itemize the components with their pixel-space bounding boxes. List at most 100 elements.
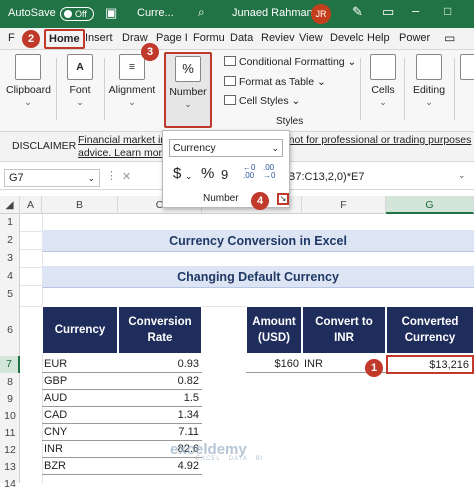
tab-home[interactable]: Home <box>44 29 85 49</box>
addins-group[interactable]: Ad <box>458 54 474 84</box>
row-header[interactable]: 10 <box>0 408 20 425</box>
row-header[interactable]: 5 <box>0 286 20 303</box>
rate-cell[interactable]: 1.5 <box>118 390 202 407</box>
rate-cell[interactable]: 1.34 <box>118 407 202 424</box>
row-header[interactable]: 14 <box>0 476 20 493</box>
step-badge-4: 4 <box>251 192 269 210</box>
currency-cell[interactable]: CAD <box>42 407 118 424</box>
number-format-popup: Currency ⌄ $ ⌄ % 9 ←0.00 .00 →0 Number ↘ <box>162 130 290 208</box>
currency-cell[interactable]: AUD <box>42 390 118 407</box>
increase-decimal-icon[interactable]: ←0.00 <box>243 164 255 180</box>
column-header[interactable]: F <box>302 196 386 214</box>
autosave-toggle[interactable]: Off <box>60 7 94 21</box>
ribbon-display-icon[interactable]: ▭ <box>382 4 394 20</box>
row-header[interactable]: 6 <box>0 310 20 350</box>
dialog-launcher-icon[interactable]: ↘ <box>277 193 289 205</box>
chevron-down-icon[interactable]: ⌄ <box>185 171 193 182</box>
styles-group-label: Styles <box>276 116 304 127</box>
currency-cell[interactable]: CNY <box>42 424 118 441</box>
row-header[interactable]: 3 <box>0 250 20 267</box>
file-name: Curre... <box>137 7 174 19</box>
chevron-down-icon: ⌄ <box>128 97 136 107</box>
sheet-subtitle[interactable]: Changing Default Currency <box>42 266 474 288</box>
row-header[interactable]: 12 <box>0 442 20 459</box>
tab-power[interactable]: Power <box>399 32 430 44</box>
currency-cell[interactable]: BZR <box>42 458 118 475</box>
tab-developer[interactable]: Develc <box>330 32 364 44</box>
comments-icon[interactable]: ▭ <box>444 31 455 45</box>
sheet-title[interactable]: Currency Conversion in Excel <box>42 230 474 252</box>
right-table-header-amount[interactable]: Amount (USD) <box>246 306 302 354</box>
tab-view[interactable]: View <box>299 32 323 44</box>
column-header-selected[interactable]: G <box>386 196 474 214</box>
alignment-group[interactable]: ≡ Alignment ⌄ <box>106 54 158 108</box>
cancel-icon[interactable]: ✕ <box>122 170 131 183</box>
amount-cell[interactable]: $160 <box>246 356 302 373</box>
chevron-down-icon: ⌄ <box>425 97 433 107</box>
number-label: Number <box>169 86 207 98</box>
step-badge-3: 3 <box>141 43 159 61</box>
rate-cell[interactable]: 7.11 <box>118 424 202 441</box>
row-header[interactable]: 13 <box>0 459 20 476</box>
rate-cell[interactable]: 0.93 <box>118 356 202 373</box>
column-header[interactable]: A <box>20 196 42 214</box>
disclaimer-label: DISCLAIMER <box>12 140 77 152</box>
decrease-decimal-icon[interactable]: .00 →0 <box>263 164 275 180</box>
dots-icon: ⋮ <box>106 170 117 182</box>
comma-style-button[interactable]: 9 <box>221 167 228 182</box>
row-header-selected[interactable]: 7 <box>0 356 20 373</box>
tab-data[interactable]: Data <box>230 32 253 44</box>
editing-label: Editing <box>412 84 446 96</box>
row-header[interactable]: 8 <box>0 374 20 391</box>
select-all-corner[interactable]: ◢ <box>0 196 20 214</box>
converted-currency-cell[interactable]: $13,216 <box>386 355 474 374</box>
expand-formula-icon[interactable]: ⌄ <box>458 170 466 181</box>
step-badge-1: 1 <box>365 359 383 377</box>
percent-style-button[interactable]: % <box>201 165 214 182</box>
minimize-icon[interactable]: – <box>412 3 419 18</box>
clipboard-label: Clipboard <box>6 84 51 96</box>
cells-group[interactable]: Cells ⌄ <box>366 54 400 108</box>
tab-insert[interactable]: Insert <box>85 32 113 44</box>
maximize-icon[interactable]: □ <box>444 4 451 18</box>
tab-file[interactable]: F <box>8 32 15 44</box>
editing-group[interactable]: Editing ⌄ <box>408 54 450 108</box>
number-group-button[interactable]: % Number ⌄ <box>164 52 212 128</box>
conditional-formatting-button[interactable]: Conditional Formatting ⌄ <box>224 56 356 68</box>
left-table-header-rate[interactable]: Conversion Rate <box>118 306 202 354</box>
left-table-header-currency[interactable]: Currency <box>42 306 118 354</box>
search-icon <box>416 54 442 80</box>
row-header[interactable]: 4 <box>0 268 20 285</box>
formula-text[interactable]: B7:C13,2,0)*E7 <box>288 171 364 183</box>
search-icon[interactable]: ⌕ <box>198 5 205 20</box>
number-format-dropdown[interactable]: Currency ⌄ <box>169 139 283 157</box>
row-header[interactable]: 2 <box>0 232 20 249</box>
format-as-table-button[interactable]: Format as Table ⌄ <box>224 76 326 88</box>
row-header[interactable]: 11 <box>0 425 20 442</box>
save-icon[interactable]: ▣ <box>105 5 117 21</box>
clipboard-group[interactable]: Clipboard ⌄ <box>6 54 51 108</box>
column-header[interactable]: B <box>42 196 118 214</box>
right-table-header-convert[interactable]: Convert to INR <box>302 306 386 354</box>
avatar[interactable]: JR <box>311 4 331 24</box>
accounting-format-button[interactable]: $ <box>173 165 181 182</box>
tab-page-layout[interactable]: Page I <box>156 32 188 44</box>
right-table-header-converted[interactable]: Converted Currency <box>386 306 474 354</box>
currency-cell[interactable]: EUR <box>42 356 118 373</box>
rate-cell[interactable]: 0.82 <box>118 373 202 390</box>
tab-review[interactable]: Reviev <box>261 32 295 44</box>
tab-help[interactable]: Help <box>367 32 390 44</box>
tab-draw[interactable]: Draw <box>122 32 148 44</box>
font-group[interactable]: A Font ⌄ <box>62 54 98 108</box>
row-header[interactable]: 9 <box>0 391 20 408</box>
pen-icon[interactable]: ✎ <box>352 4 363 20</box>
tab-formulas[interactable]: Formu <box>193 32 225 44</box>
ribbon: Clipboard ⌄ A Font ⌄ ≡ Alignment ⌄ % Num… <box>0 50 474 132</box>
currency-cell[interactable]: INR <box>42 441 118 458</box>
row-header[interactable]: 1 <box>0 214 20 231</box>
cell-styles-button[interactable]: Cell Styles ⌄ <box>224 95 300 107</box>
alignment-icon: ≡ <box>119 54 145 80</box>
currency-cell[interactable]: GBP <box>42 373 118 390</box>
name-box[interactable]: G7 ⌄ <box>4 169 100 187</box>
watermark-logo: exceldemy EXCEL · DATA · BI <box>170 441 264 462</box>
